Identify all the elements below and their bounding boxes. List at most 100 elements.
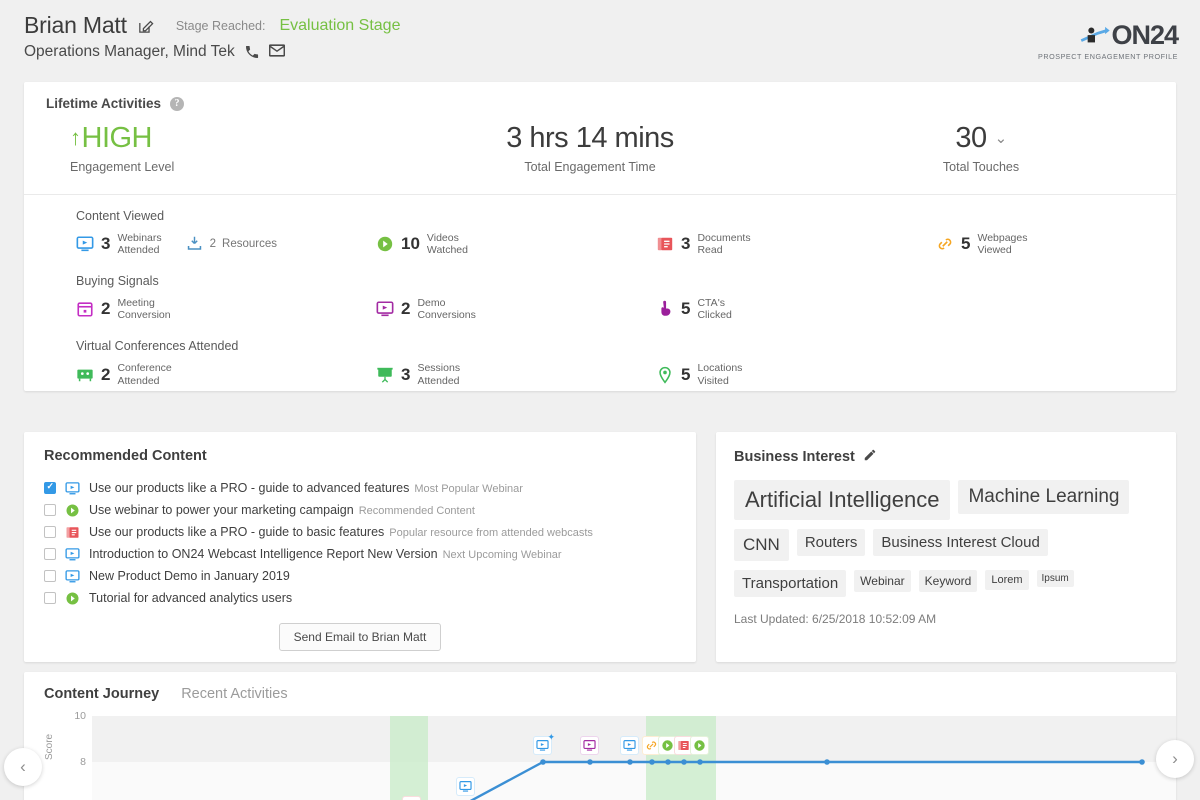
webinar-screen-icon bbox=[65, 547, 80, 562]
recommended-item-title: Tutorial for advanced analytics users bbox=[89, 591, 293, 605]
total-engagement-time-value: 3 hrs 14 mins bbox=[506, 122, 674, 154]
group-content-viewed: Content Viewed 3 Webinars Attended 2 Res… bbox=[24, 195, 1176, 260]
send-email-button[interactable]: Send Email to Brian Matt bbox=[278, 623, 442, 651]
recommended-item-checkbox[interactable] bbox=[44, 504, 56, 516]
metric-label: Locations Visited bbox=[697, 362, 743, 387]
business-interest-tag[interactable]: Machine Learning bbox=[958, 480, 1130, 514]
lifetime-activities-card: Lifetime Activities ? ↑ HIGH Engagement … bbox=[24, 82, 1176, 391]
chart-marker-webinar-screen-icon[interactable]: ✦ bbox=[533, 732, 555, 755]
map-pin-icon bbox=[656, 366, 674, 384]
business-interest-tag[interactable]: Transportation bbox=[734, 570, 847, 597]
metric-value: 3 bbox=[101, 234, 111, 254]
business-interest-tag[interactable]: CNN bbox=[734, 529, 789, 561]
play-circle-icon bbox=[376, 235, 394, 253]
logo-mark: ON24 bbox=[1038, 22, 1179, 49]
metric-demo-conversions: 2 Demo Conversions bbox=[376, 297, 656, 321]
chevron-right-icon[interactable]: › bbox=[1156, 740, 1194, 778]
business-interest-tag[interactable]: Ipsum bbox=[1036, 570, 1074, 587]
recommended-item-checkbox[interactable] bbox=[44, 481, 56, 494]
metric-cell-conference: 2 Conference Attended bbox=[76, 362, 376, 387]
page-title: Brian Matt bbox=[24, 12, 127, 38]
engagement-level-value-wrap: ↑ HIGH bbox=[70, 121, 394, 155]
stat-total-engagement-time: 3 hrs 14 mins Total Engagement Time bbox=[394, 121, 786, 174]
business-interest-header: Business Interest bbox=[734, 448, 1158, 466]
business-interest-tag-cloud: Artificial Intelligence Machine Learning C… bbox=[734, 480, 1158, 597]
total-touches-value-wrap: 30 ⌄ bbox=[955, 121, 1008, 155]
metric-label: Demo Conversions bbox=[417, 297, 476, 322]
business-interest-tag[interactable]: Business Interest Cloud bbox=[873, 529, 1048, 556]
recommended-item-subtitle: Next Upcoming Webinar bbox=[442, 549, 562, 561]
list-item[interactable]: Use our products like a PRO - guide to b… bbox=[44, 521, 676, 543]
last-updated-text: Last Updated: 6/25/2018 10:52:09 AM bbox=[734, 612, 937, 626]
metric-value: 2 bbox=[101, 364, 111, 384]
stage-reached-label: Stage Reached: bbox=[175, 18, 266, 33]
tab-content-journey[interactable]: Content Journey bbox=[44, 686, 159, 702]
help-question-icon[interactable]: ? bbox=[170, 96, 185, 111]
y-tick-8: 8 bbox=[80, 756, 86, 768]
metrics-row-virtual-conferences: 2 Conference Attended 3 Sessions Attended bbox=[76, 353, 1176, 390]
stage-reached-value: Evaluation Stage bbox=[279, 16, 401, 34]
recommended-content-list: Use our products like a PRO - guide to a… bbox=[44, 477, 676, 609]
business-interest-tag[interactable]: Webinar bbox=[854, 570, 911, 592]
total-touches-value: 30 bbox=[955, 122, 987, 154]
metric-conference-attended: 2 Conference Attended bbox=[76, 362, 172, 387]
list-item[interactable]: Introduction to ON24 Webcast Intelligenc… bbox=[44, 543, 676, 565]
recommended-item-subtitle: Popular resource from attended webcasts bbox=[389, 527, 593, 539]
metric-value: 2 bbox=[401, 299, 411, 319]
metric-cell-webpages: 5 Webpages Viewed bbox=[936, 232, 1027, 256]
recommended-item-subtitle: Recommended Content bbox=[358, 505, 475, 517]
journey-tabs: Content Journey Recent Activities bbox=[42, 686, 1176, 702]
document-icon bbox=[656, 235, 674, 253]
lifetime-summary-stats: ↑ HIGH Engagement Level 3 hrs 14 mins To… bbox=[24, 111, 1176, 196]
recommended-item-checkbox[interactable] bbox=[44, 592, 56, 604]
recommended-item-title: Use webinar to power your marketing camp… bbox=[89, 503, 475, 517]
list-item[interactable]: New Product Demo in January 2019 bbox=[44, 565, 676, 587]
metric-cell-videos: 10 Videos Watched bbox=[376, 232, 656, 256]
business-interest-tag[interactable]: Routers bbox=[796, 529, 866, 556]
chart-marker-play-circle-icon[interactable] bbox=[690, 736, 709, 755]
webinar-screen-icon bbox=[76, 235, 94, 253]
list-item[interactable]: Use webinar to power your marketing camp… bbox=[44, 499, 676, 521]
recommended-item-checkbox[interactable] bbox=[44, 526, 56, 538]
metric-meeting-conversion: 2 Meeting Conversion bbox=[76, 297, 171, 321]
metric-label: Sessions Attended bbox=[417, 362, 461, 387]
metric-webpages-viewed: 5 Webpages Viewed bbox=[936, 232, 1027, 256]
metric-value: 5 bbox=[681, 299, 691, 319]
metric-videos-watched: 10 Videos Watched bbox=[376, 232, 656, 256]
metric-cell-ctas: 5 CTA's Clicked bbox=[656, 297, 936, 321]
business-interest-tag[interactable]: Keyword bbox=[918, 570, 978, 592]
chart-marker-webinar-screen-icon[interactable] bbox=[580, 736, 599, 755]
list-item[interactable]: Tutorial for advanced analytics users bbox=[44, 587, 676, 609]
resources-label: Resources bbox=[222, 238, 278, 251]
chart-marker-webinar-screen-icon[interactable] bbox=[620, 736, 639, 755]
business-interest-tag[interactable]: Artificial Intelligence bbox=[734, 480, 951, 520]
metric-resources: 2 Resources bbox=[186, 235, 277, 253]
chart-plot-area: ✦ bbox=[92, 716, 1176, 800]
tab-recent-activities[interactable]: Recent Activities bbox=[181, 686, 287, 702]
metric-value: 5 bbox=[961, 234, 971, 254]
chart-marker-document-icon[interactable] bbox=[402, 795, 421, 800]
recommended-item-checkbox[interactable] bbox=[44, 570, 56, 582]
group-virtual-conferences: Virtual Conferences Attended 2 Conferenc… bbox=[24, 325, 1176, 390]
chevron-down-icon[interactable]: ⌄ bbox=[995, 130, 1008, 148]
webinar-screen-icon bbox=[65, 569, 80, 584]
recommended-item-checkbox[interactable] bbox=[44, 548, 56, 560]
metric-value: 10 bbox=[401, 234, 420, 254]
business-interest-tag[interactable]: Lorem bbox=[985, 570, 1029, 590]
person-arrow-icon bbox=[1081, 26, 1111, 42]
chart-marker-webinar-screen-icon[interactable] bbox=[456, 777, 475, 797]
recommended-item-title: Use our products like a PRO - guide to a… bbox=[89, 481, 523, 495]
phone-icon[interactable] bbox=[244, 44, 260, 60]
metric-value: 3 bbox=[401, 364, 411, 384]
chevron-left-icon[interactable]: ‹ bbox=[4, 748, 42, 786]
recommended-content-title: Recommended Content bbox=[44, 448, 207, 464]
person-job-title: Operations Manager, Mind Tek bbox=[24, 43, 235, 60]
envelope-icon[interactable] bbox=[268, 44, 285, 60]
edit-pencil-icon[interactable] bbox=[137, 18, 154, 35]
list-item[interactable]: Use our products like a PRO - guide to a… bbox=[44, 477, 676, 499]
group-buying-signals: Buying Signals 2 Meeting Conversion 2 De… bbox=[24, 260, 1176, 325]
total-engagement-time-label: Total Engagement Time bbox=[524, 160, 656, 175]
metric-webinars-attended: 3 Webinars Attended bbox=[76, 232, 162, 256]
stat-total-touches: 30 ⌄ Total Touches bbox=[786, 121, 1176, 174]
edit-pencil-icon[interactable] bbox=[863, 448, 877, 466]
